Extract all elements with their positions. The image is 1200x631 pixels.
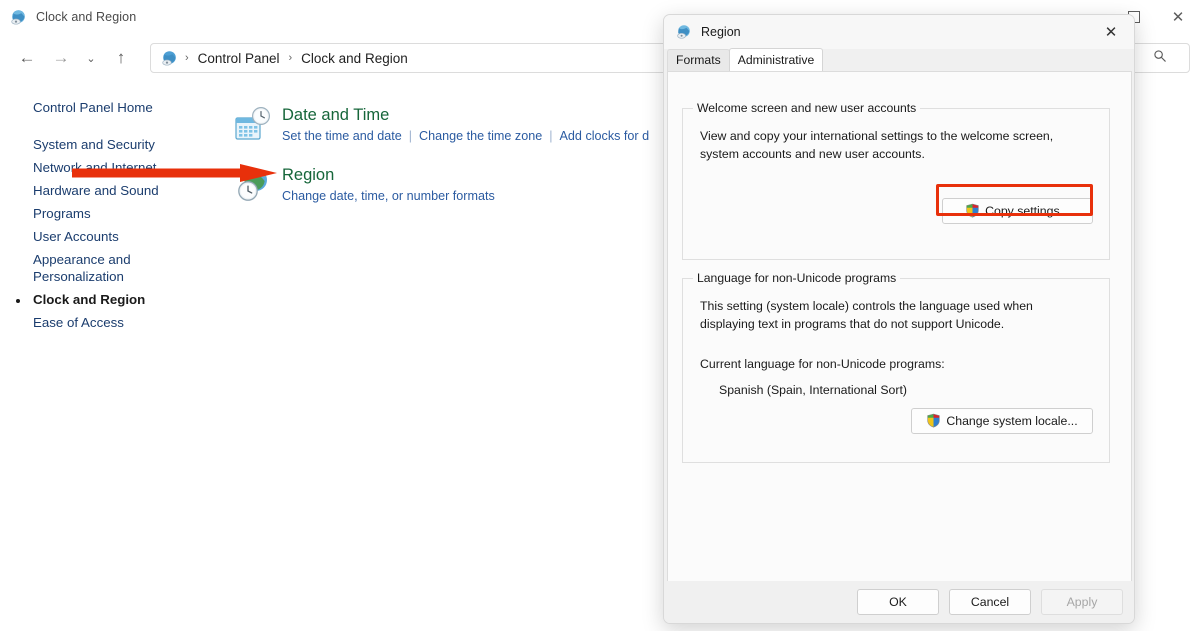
group-welcome-screen: Welcome screen and new user accounts Vie… (682, 101, 1110, 260)
apply-button[interactable]: Apply (1041, 589, 1123, 615)
arrow-left-icon: ← (18, 48, 36, 67)
window-title: Clock and Region (36, 10, 137, 24)
arrow-up-icon: ↑ (116, 48, 126, 67)
ok-button[interactable]: OK (857, 589, 939, 615)
breadcrumb-separator: › (288, 52, 293, 64)
search-icon (1153, 49, 1167, 68)
category-title[interactable]: Date and Time (282, 104, 672, 126)
close-icon: ✕ (1171, 8, 1185, 26)
globe-clock-icon (234, 166, 274, 206)
change-system-locale-button[interactable]: Change system locale... (911, 408, 1093, 434)
control-panel-icon (10, 9, 27, 26)
group-welcome-screen-description: View and copy your international setting… (700, 129, 1054, 161)
up-button[interactable]: ↑ (104, 41, 138, 75)
recent-locations-button[interactable]: ⌄ (78, 41, 104, 75)
group-welcome-screen-title: Welcome screen and new user accounts (693, 101, 921, 116)
sidebar-item-ease-of-access[interactable]: Ease of Access (0, 311, 230, 334)
sidebar-item-programs[interactable]: Programs (0, 202, 230, 225)
region-dialog: Region ✕ Formats Administrative Welcome … (663, 14, 1135, 624)
chevron-down-icon: ⌄ (86, 52, 96, 65)
category-links: Set the time and date | Change the time zo… (282, 127, 672, 145)
group-language-description: This setting (system locale) controls th… (700, 299, 1033, 331)
group-language-title: Language for non-Unicode programs (693, 271, 901, 286)
dialog-titlebar: Region ✕ (664, 15, 1134, 49)
sidebar: Control Panel Home System and Security N… (0, 96, 230, 334)
dialog-close-button[interactable]: ✕ (1088, 15, 1134, 49)
dialog-footer: OK Cancel Apply (664, 581, 1134, 623)
close-icon: ✕ (1104, 24, 1118, 41)
sidebar-item-user-accounts[interactable]: User Accounts (0, 225, 230, 248)
uac-shield-icon (926, 413, 941, 428)
arrow-right-icon: → (52, 48, 70, 67)
category-links: Change date, time, or number formats (282, 187, 672, 205)
link-separator: | (408, 129, 413, 143)
copy-settings-label: Copy settings... (985, 204, 1070, 218)
link-separator: | (549, 129, 553, 143)
breadcrumb-item-clock-and-region[interactable]: Clock and Region (299, 51, 410, 66)
copy-settings-button[interactable]: Copy settings... (942, 198, 1093, 224)
main-content: Date and Time Set the time and date | Chan… (232, 104, 672, 224)
uac-shield-icon (965, 203, 980, 218)
sidebar-item-control-panel-home[interactable]: Control Panel Home (0, 96, 230, 119)
link-change-date-time-number-formats[interactable]: Change date, time, or number formats (282, 189, 495, 203)
breadcrumb-separator: › (185, 52, 189, 64)
sidebar-item-appearance-and-personalization[interactable]: Appearance and Personalization (0, 248, 230, 288)
category-region: Region Change date, time, or number form… (232, 164, 672, 212)
category-date-and-time: Date and Time Set the time and date | Chan… (232, 104, 672, 152)
calendar-clock-icon (234, 106, 274, 146)
close-button[interactable]: ✕ (1156, 0, 1200, 34)
current-language-value: Spanish (Spain, International Sort) (719, 383, 907, 397)
sidebar-item-network-and-internet[interactable]: Network and Internet (0, 156, 230, 179)
breadcrumb-item-control-panel[interactable]: Control Panel (196, 51, 282, 66)
forward-button[interactable]: → (44, 41, 78, 75)
current-language-label: Current language for non-Unicode program… (700, 357, 945, 371)
control-panel-icon (161, 50, 178, 67)
category-title[interactable]: Region (282, 164, 672, 186)
sidebar-item-hardware-and-sound[interactable]: Hardware and Sound (0, 179, 230, 202)
dialog-tabs: Formats Administrative (664, 48, 1134, 71)
region-globe-icon (676, 24, 692, 40)
dialog-body: Welcome screen and new user accounts Vie… (667, 71, 1132, 583)
back-button[interactable]: ← (10, 41, 44, 75)
sidebar-item-clock-and-region[interactable]: Clock and Region (0, 288, 230, 311)
link-add-clocks[interactable]: Add clocks for d (560, 129, 650, 143)
sidebar-item-system-and-security[interactable]: System and Security (0, 133, 230, 156)
change-system-locale-label: Change system locale... (946, 414, 1078, 428)
link-set-the-time-and-date[interactable]: Set the time and date (282, 129, 402, 143)
tab-formats[interactable]: Formats (667, 49, 730, 71)
search-input[interactable] (1130, 43, 1190, 73)
dialog-title: Region (701, 25, 741, 39)
link-change-the-time-zone[interactable]: Change the time zone (419, 129, 542, 143)
tab-administrative[interactable]: Administrative (728, 48, 824, 71)
group-language-non-unicode: Language for non-Unicode programs This s… (682, 271, 1110, 463)
cancel-button[interactable]: Cancel (949, 589, 1031, 615)
